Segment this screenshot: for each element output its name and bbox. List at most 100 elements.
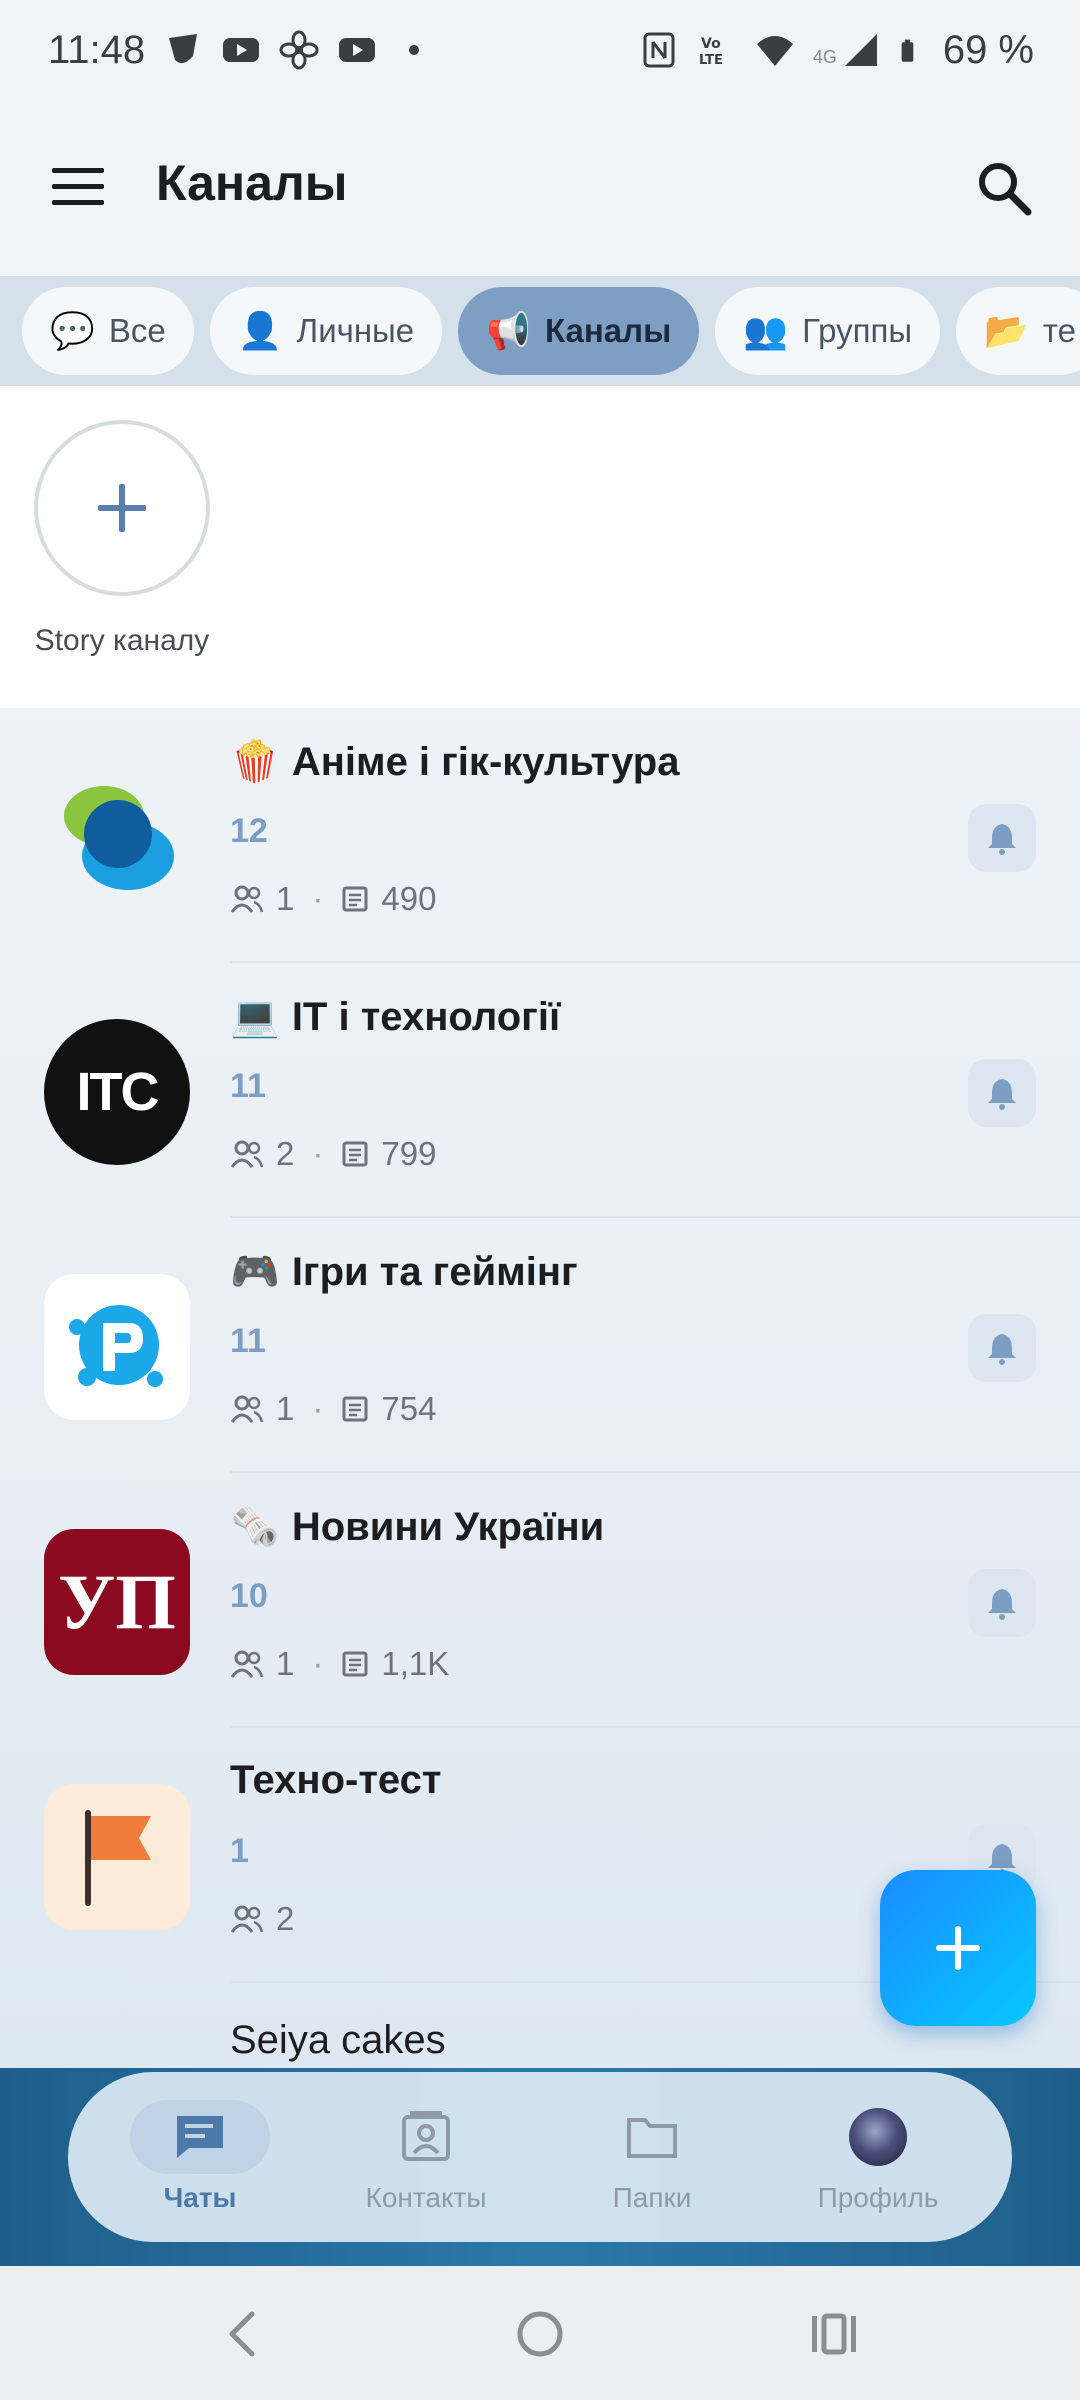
- tab-personal[interactable]: 👤 Личные: [209, 287, 443, 375]
- nav-icon-wrap: [582, 2100, 722, 2174]
- channel-stats: 2: [230, 1900, 294, 1938]
- back-icon[interactable]: [216, 2306, 272, 2362]
- wifi-icon: [756, 36, 793, 66]
- youtube-notification-icon: [223, 38, 260, 62]
- battery-percent: 69 %: [942, 27, 1034, 72]
- channel-title-text: Ігри та геймінг: [291, 1250, 578, 1294]
- channel-stats: 1 · 1,1K: [230, 1645, 449, 1683]
- channel-title-text: Новини України: [291, 1505, 605, 1549]
- search-icon[interactable]: [974, 158, 1034, 218]
- story-area: Story каналу: [0, 386, 1080, 708]
- members-icon: [230, 885, 264, 913]
- app-bar: Каналы: [0, 100, 1080, 276]
- channel-avatar: [44, 1274, 190, 1420]
- tab-groups[interactable]: 👥 Группы: [715, 287, 941, 375]
- channel-title: 💻 IT і технології: [230, 993, 560, 1040]
- notification-toggle[interactable]: [968, 1314, 1036, 1382]
- status-bar: 11:48 Vo LTE 4G 69 %: [0, 0, 1080, 100]
- hamburger-menu-icon[interactable]: [48, 162, 108, 212]
- channel-title-text: Аніме і гік-культура: [291, 740, 680, 784]
- bottom-nav: Чаты Контакты Папки Профиль: [68, 2072, 1012, 2242]
- nav-chats[interactable]: Чаты: [100, 2072, 300, 2242]
- people-icon: 👥: [743, 310, 789, 351]
- recents-icon[interactable]: [806, 2306, 862, 2362]
- nav-contacts[interactable]: Контакты: [326, 2072, 526, 2242]
- tab-label: Все: [108, 312, 166, 349]
- channel-title: 🎮 Ігри та геймінг: [230, 1248, 578, 1295]
- flag-icon: [85, 1810, 151, 1906]
- volte-icon: VoLTE: [699, 36, 723, 68]
- bell-icon: [988, 1079, 1016, 1110]
- members-icon: [230, 1395, 264, 1423]
- status-right: Vo LTE 4G 69 %: [639, 28, 1034, 73]
- channel-title: 🍿 Аніме і гік-культура: [230, 738, 679, 785]
- tab-label: те: [1042, 312, 1077, 349]
- channel-stats: 2 · 799: [230, 1135, 436, 1173]
- channel-row[interactable]: 🍿 Аніме і гік-культура 12 1 · 490: [0, 708, 1080, 963]
- tab-all[interactable]: 💬 Все: [22, 287, 194, 375]
- channel-avatar: ITC: [44, 1019, 190, 1165]
- add-story-button[interactable]: [34, 420, 210, 596]
- notification-toggle[interactable]: [968, 1059, 1036, 1127]
- tab-channels[interactable]: 📢 Каналы: [458, 287, 700, 375]
- anime-logo-icon: [64, 786, 174, 890]
- nav-label: Папки: [612, 2182, 692, 2213]
- battery-icon: [901, 39, 914, 62]
- home-icon[interactable]: [512, 2306, 568, 2362]
- bell-icon: [988, 1334, 1016, 1365]
- notification-toggle[interactable]: [968, 804, 1036, 872]
- speech-bubble-icon: 💬: [50, 310, 95, 351]
- channel-list: 🍿 Аніме і гік-культура 12 1 · 490 ITC 💻 IT…: [0, 708, 1080, 1983]
- new-channel-fab[interactable]: [880, 1870, 1036, 2026]
- folder-icon: [627, 2118, 677, 2158]
- contacts-icon: [402, 2111, 450, 2161]
- separator: ·: [312, 1390, 324, 1427]
- folder-icon: 📂: [984, 310, 1029, 351]
- channel-title-partial[interactable]: Seiya cakes: [230, 2018, 446, 2063]
- channel-unread-count: 1: [230, 1832, 249, 1870]
- page-title: Каналы: [156, 155, 348, 211]
- nav-label: Чаты: [163, 2182, 237, 2213]
- system-nav-bar: [0, 2266, 1080, 2400]
- channel-avatar: [44, 764, 190, 910]
- channel-unread-count: 12: [230, 812, 268, 850]
- channel-avatar: УП: [44, 1529, 190, 1675]
- channel-title: 🗞️ Новини України: [230, 1503, 604, 1550]
- network-type: 4G: [812, 46, 837, 67]
- channel-unread-count: 11: [230, 1322, 266, 1360]
- nav-icon-wrap: [808, 2100, 948, 2174]
- channel-row[interactable]: 🎮 Ігри та геймінг 11 1 · 754: [0, 1218, 1080, 1473]
- posts-count: 799: [381, 1135, 437, 1172]
- posts-icon: [342, 886, 368, 912]
- channel-row[interactable]: УП 🗞️ Новини України 10 1 · 1,1K: [0, 1473, 1080, 1728]
- nav-folders[interactable]: Папки: [552, 2072, 752, 2242]
- posts-count: 1,1K: [381, 1645, 450, 1682]
- svg-text:Vo: Vo: [701, 36, 721, 52]
- tab-folder-partial[interactable]: 📂 те: [956, 287, 1080, 375]
- status-time: 11:48: [48, 27, 146, 72]
- nav-active-pill: [130, 2100, 270, 2174]
- notification-toggle[interactable]: [968, 1569, 1036, 1637]
- members-count: 2: [276, 1135, 295, 1172]
- signal-icon: [844, 34, 877, 66]
- members-icon: [230, 1650, 264, 1678]
- members-count: 2: [276, 1900, 295, 1937]
- posts-icon: [342, 1141, 368, 1167]
- folder-tabs: 💬 Все 👤 Личные 📢 Каналы 👥 Группы 📂 те: [0, 276, 1080, 386]
- channel-avatar: [44, 1784, 190, 1930]
- channel-title-text: IT і технології: [291, 995, 561, 1039]
- popcorn-icon: 🍿: [230, 740, 280, 784]
- person-icon: 👤: [237, 310, 283, 351]
- channel-row[interactable]: ITC 💻 IT і технології 11 2 · 799: [0, 963, 1080, 1218]
- nav-profile[interactable]: Профиль: [778, 2072, 978, 2242]
- status-left: 11:48: [48, 27, 420, 73]
- svg-text:LTE: LTE: [699, 53, 723, 68]
- bell-icon: [988, 1589, 1016, 1620]
- nav-icon-wrap: [356, 2100, 496, 2174]
- shield-notification-icon: [169, 34, 198, 64]
- more-notifications-dot: [409, 45, 420, 55]
- posts-count: 490: [381, 880, 437, 917]
- gamepad-icon: 🎮: [230, 1250, 280, 1294]
- channel-stats: 1 · 754: [230, 1390, 436, 1428]
- tab-label: Группы: [802, 312, 913, 349]
